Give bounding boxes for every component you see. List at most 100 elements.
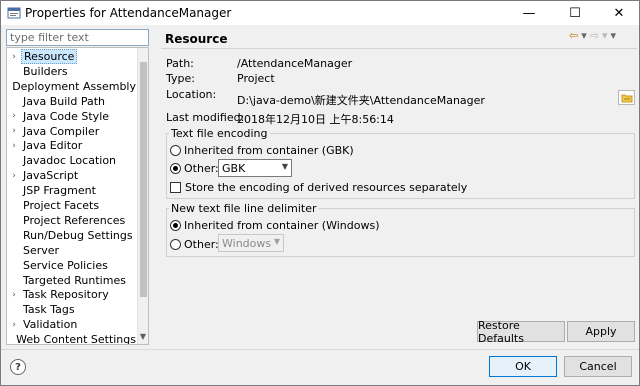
cancel-button[interactable]: Cancel: [564, 356, 632, 377]
line-delimiter-title: New text file line delimiter: [169, 202, 319, 215]
delimiter-other-option[interactable]: Other:: [170, 238, 219, 251]
tree-scrollbar[interactable]: ▼: [137, 48, 148, 344]
tree-item[interactable]: Targeted Runtimes: [7, 273, 138, 288]
page-navigation: ⇦ ▾ ⇨ ▾ ▾: [569, 29, 635, 43]
path-label: Path:: [166, 57, 194, 70]
tree-item[interactable]: Task Tags: [7, 302, 138, 317]
tree-item-label: Project Facets: [23, 199, 100, 212]
encoding-other-label: Other:: [184, 162, 219, 175]
encoding-select[interactable]: GBK ▼: [218, 159, 292, 177]
back-menu-icon[interactable]: ▾: [581, 29, 587, 43]
tree-item[interactable]: › Validation: [7, 317, 138, 332]
panel-sash[interactable]: [154, 27, 157, 345]
chevron-right-icon[interactable]: ›: [7, 320, 21, 330]
minimize-button[interactable]: —: [507, 1, 551, 25]
tree-item[interactable]: Java Build Path: [7, 94, 138, 109]
encoding-inherited-label: Inherited from container (GBK): [184, 144, 354, 157]
store-encoding-option[interactable]: Store the encoding of derived resources …: [170, 181, 467, 194]
restore-defaults-button[interactable]: Restore Defaults: [477, 319, 565, 345]
apply-button[interactable]: Apply: [567, 321, 635, 342]
open-location-button[interactable]: [618, 90, 635, 105]
tree-item[interactable]: › JavaScript: [7, 168, 138, 183]
help-icon[interactable]: ?: [10, 359, 26, 375]
encoding-select-value: GBK: [222, 161, 246, 175]
tree-item-label: Task Tags: [23, 303, 75, 317]
chevron-down-icon: ▼: [281, 162, 288, 171]
tree-item[interactable]: › Task Repository: [7, 287, 138, 302]
tree-item-label: Targeted Runtimes: [23, 273, 126, 287]
encoding-inherited-option[interactable]: Inherited from container (GBK): [170, 144, 354, 157]
folder-icon: [621, 94, 632, 102]
text-encoding-title: Text file encoding: [169, 127, 270, 140]
tree-item-label: Server: [23, 243, 60, 257]
tree-item[interactable]: Project Facets: [7, 198, 138, 213]
store-encoding-label: Store the encoding of derived resources …: [185, 181, 468, 194]
tree-item-label: Resource: [21, 49, 78, 64]
tree-item-label: Service Policies: [23, 258, 108, 272]
forward-menu-icon[interactable]: ▾: [602, 29, 608, 43]
tree-item[interactable]: › Java Editor: [7, 138, 138, 153]
footer-divider: [1, 349, 639, 350]
tree-item[interactable]: Builders: [7, 64, 138, 79]
filter-input[interactable]: [6, 29, 149, 46]
tree-item[interactable]: Web Content Settings: [7, 332, 138, 345]
path-value: /AttendanceManager: [237, 57, 353, 70]
delimiter-select[interactable]: Windows ▼: [218, 234, 284, 252]
close-button[interactable]: ✕: [597, 1, 640, 25]
encoding-other-option[interactable]: Other:: [170, 162, 219, 175]
title-bar: Properties for AttendanceManager — ☐ ✕: [1, 1, 639, 25]
tree-item-label: Javadoc Location: [23, 154, 117, 168]
tree-item[interactable]: Javadoc Location: [7, 153, 138, 168]
delimiter-inherited-radio[interactable]: [170, 220, 181, 231]
tree-item[interactable]: Service Policies: [7, 258, 138, 273]
tree-item[interactable]: › Java Compiler: [7, 124, 138, 139]
tree-item-label: Deployment Assembly: [12, 79, 136, 93]
chevron-right-icon[interactable]: ›: [7, 171, 21, 181]
location-value: D:\java-demo\新建文件夹\AttendanceManager: [237, 94, 485, 107]
tree-item-label: JSP Fragment: [23, 184, 96, 198]
delimiter-inherited-label: Inherited from container (Windows): [184, 219, 380, 232]
header-divider: [161, 48, 637, 49]
delimiter-inherited-option[interactable]: Inherited from container (Windows): [170, 219, 380, 232]
chevron-right-icon[interactable]: ›: [7, 52, 21, 62]
maximize-button[interactable]: ☐: [553, 1, 597, 25]
tree-item[interactable]: JSP Fragment: [7, 183, 138, 198]
eclipse-app-icon: [7, 7, 21, 19]
tree-item-label: Run/Debug Settings: [23, 228, 133, 242]
tree-item[interactable]: Server: [7, 243, 138, 258]
ok-button[interactable]: OK: [489, 356, 557, 377]
type-label: Type:: [166, 72, 195, 85]
back-arrow-icon[interactable]: ⇦: [569, 29, 578, 43]
encoding-other-radio[interactable]: [170, 163, 181, 174]
tree-item[interactable]: Project References: [7, 213, 138, 228]
chevron-right-icon[interactable]: ›: [7, 290, 21, 300]
chevron-right-icon[interactable]: ›: [7, 111, 21, 121]
tree-item[interactable]: › Java Code Style: [7, 109, 138, 124]
type-value: Project: [237, 72, 275, 85]
encoding-inherited-radio[interactable]: [170, 145, 181, 156]
scroll-down-icon[interactable]: ▼: [138, 332, 148, 344]
store-encoding-checkbox[interactable]: [170, 182, 181, 193]
delimiter-select-value: Windows: [222, 236, 272, 250]
delimiter-other-radio[interactable]: [170, 239, 181, 250]
last-modified-label: Last modified:: [166, 111, 245, 124]
tree-item-label: JavaScript: [23, 169, 79, 183]
scrollbar-thumb[interactable]: [140, 62, 147, 297]
view-menu-icon[interactable]: ▾: [611, 29, 617, 43]
window-title: Properties for AttendanceManager: [25, 6, 232, 20]
tree-item[interactable]: Run/Debug Settings: [7, 228, 138, 243]
chevron-right-icon[interactable]: ›: [7, 126, 21, 136]
forward-arrow-icon[interactable]: ⇨: [590, 29, 599, 43]
delimiter-other-label: Other:: [184, 238, 219, 251]
tree-item[interactable]: Deployment Assembly: [7, 79, 138, 94]
tree-item-label: Web Content Settings: [16, 333, 136, 345]
chevron-down-icon: ▼: [273, 237, 280, 246]
property-page-tree: › Resource Builders Deployment Assembly Java…: [6, 47, 149, 345]
tree-item-label: Task Repository: [23, 288, 109, 302]
properties-dialog: Properties for AttendanceManager — ☐ ✕ ›…: [0, 0, 640, 386]
tree-item[interactable]: › Resource: [7, 49, 138, 64]
tree-item-label: Builders: [23, 64, 68, 78]
chevron-right-icon[interactable]: ›: [7, 141, 21, 151]
page-title: Resource: [165, 32, 228, 46]
tree-item-label: Java Compiler: [23, 124, 100, 138]
